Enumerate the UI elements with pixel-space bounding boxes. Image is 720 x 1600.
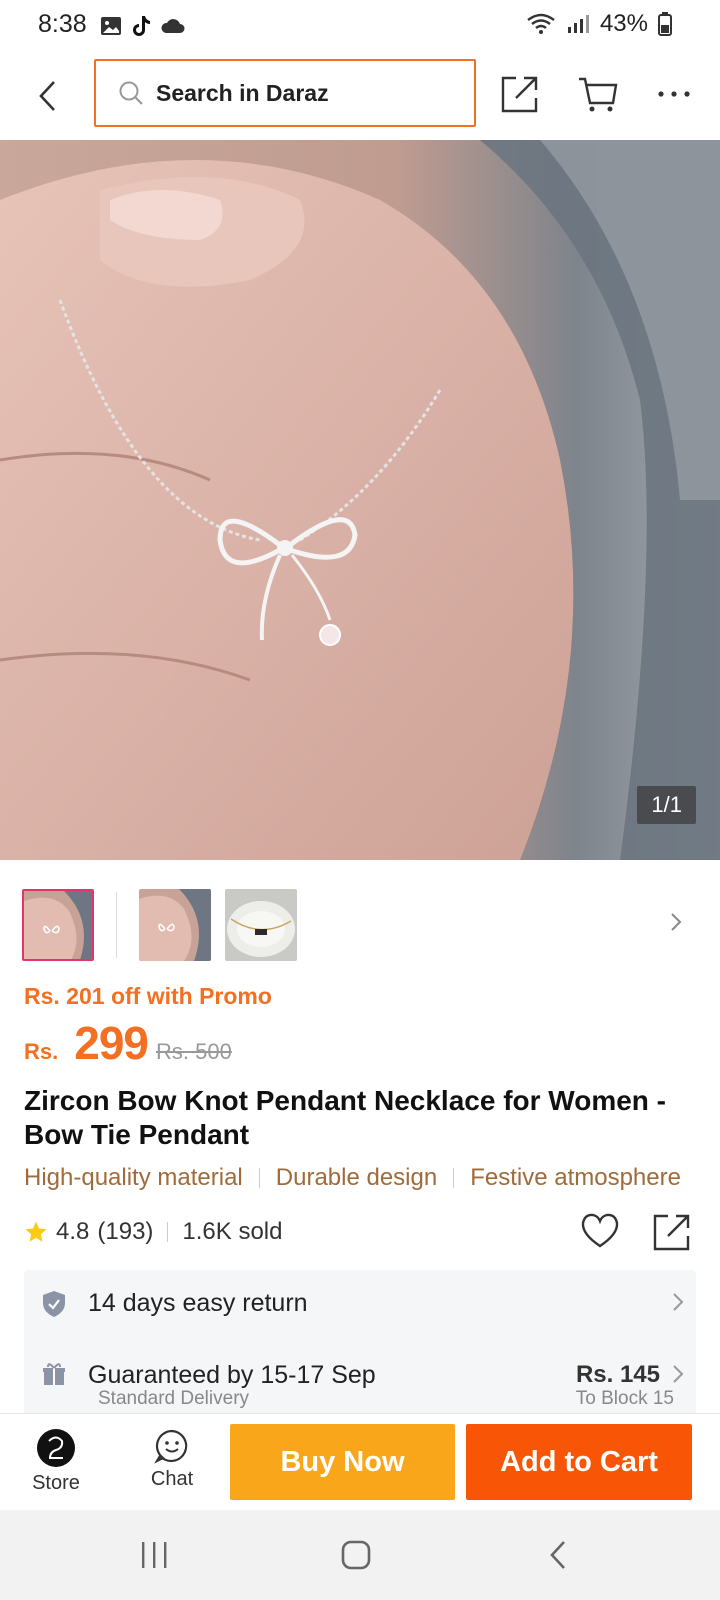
- more-icon: [658, 91, 690, 97]
- rating-value: 4.8: [56, 1218, 90, 1245]
- battery-icon: [658, 12, 672, 36]
- search-placeholder: Search in Daraz: [156, 79, 329, 106]
- product-image[interactable]: 1/1: [0, 140, 720, 860]
- share-icon: [501, 76, 538, 113]
- tag-divider: [258, 1168, 260, 1188]
- store-button[interactable]: Store: [24, 1428, 88, 1495]
- delivery-row[interactable]: Guaranteed by 15-17 Sep Standard Deliver…: [24, 1350, 696, 1409]
- wifi-icon: [527, 13, 555, 34]
- thumbnail-3[interactable]: [225, 889, 297, 961]
- more-button[interactable]: [650, 70, 698, 118]
- thumbnail-1[interactable]: [22, 889, 94, 961]
- status-right: 43%: [526, 10, 672, 38]
- image-counter: 1/1: [637, 786, 696, 824]
- status-bar: 8:38 43%: [0, 0, 720, 52]
- price-currency: Rs.: [24, 1039, 59, 1064]
- cart-icon: [579, 77, 618, 112]
- review-count: (193): [97, 1218, 154, 1245]
- cloud-icon: [161, 19, 185, 33]
- original-price: Rs. 500: [156, 1039, 232, 1064]
- sold-count: 1.6K sold: [182, 1218, 283, 1245]
- back-button[interactable]: [28, 72, 68, 120]
- battery-text: 43%: [599, 10, 648, 37]
- back-nav-button[interactable]: [528, 1532, 588, 1578]
- service-card: 14 days easy return Guaranteed by 15-17 …: [24, 1270, 696, 1420]
- status-time: 8:38: [38, 10, 87, 38]
- delivery-text: Guaranteed by 15-17 Sep: [88, 1360, 376, 1389]
- price-row: Rs. 299 Rs. 500: [24, 1016, 232, 1070]
- chat-button[interactable]: Chat: [134, 1428, 210, 1491]
- system-nav-bar: [0, 1510, 720, 1600]
- tiktok-icon: [133, 16, 150, 36]
- share-button[interactable]: [496, 70, 544, 118]
- chevron-right-icon: [673, 1365, 684, 1383]
- search-icon: [119, 81, 143, 105]
- price-amount: 299: [74, 1017, 149, 1069]
- thumbnail-divider: [116, 892, 117, 958]
- home-icon: [341, 1540, 371, 1570]
- delivery-type: Standard Delivery: [98, 1388, 250, 1409]
- add-to-cart-button[interactable]: Add to Cart: [466, 1424, 692, 1500]
- signal-icon: [567, 15, 589, 33]
- heart-icon[interactable]: [580, 1212, 620, 1250]
- return-policy-text: 14 days easy return: [88, 1288, 308, 1317]
- delivery-price: Rs. 145: [575, 1361, 660, 1388]
- product-photo: [0, 140, 720, 860]
- tag-item: Festive atmosphere: [470, 1164, 681, 1191]
- back-nav-icon: [550, 1541, 565, 1569]
- chat-icon: [154, 1429, 188, 1464]
- product-tags: High-quality material Durable design Fes…: [24, 1164, 720, 1192]
- promo-text: Rs. 201 off with Promo: [24, 983, 272, 1009]
- chevron-right-icon: [673, 1293, 684, 1311]
- status-left-icons: [100, 14, 186, 38]
- recents-icon: [142, 1542, 167, 1568]
- home-button[interactable]: [326, 1532, 386, 1578]
- search-bar[interactable]: Search in Daraz: [94, 59, 476, 127]
- tag-item: High-quality material: [24, 1164, 243, 1191]
- chevron-right-icon[interactable]: [670, 912, 682, 932]
- gift-icon: [43, 1363, 65, 1385]
- store-label: Store: [32, 1472, 80, 1494]
- thumbnail-2[interactable]: [139, 889, 211, 961]
- shield-icon: [43, 1291, 65, 1317]
- return-policy-row[interactable]: 14 days easy return: [24, 1278, 696, 1328]
- star-icon: [25, 1221, 47, 1242]
- store-logo-icon: [37, 1429, 75, 1467]
- cart-button[interactable]: [574, 70, 622, 118]
- rating-divider: [167, 1222, 169, 1242]
- delivery-destination: To Block 15: [575, 1388, 674, 1409]
- thumbnail-strip: [22, 888, 297, 962]
- top-bar: Search in Daraz: [0, 52, 720, 140]
- back-icon: [39, 81, 55, 111]
- share-icon[interactable]: [652, 1212, 692, 1252]
- buy-now-button[interactable]: Buy Now: [230, 1424, 455, 1500]
- recents-button[interactable]: [124, 1532, 184, 1578]
- tag-divider: [453, 1168, 455, 1188]
- bottom-action-bar: Store Chat Buy Now Add to Cart: [0, 1413, 720, 1510]
- rating-row[interactable]: 4.8 (193) 1.6K sold: [24, 1218, 282, 1246]
- gallery-icon: [101, 17, 121, 35]
- chat-label: Chat: [150, 1468, 194, 1490]
- tag-item: Durable design: [275, 1164, 438, 1191]
- product-title: Zircon Bow Knot Pendant Necklace for Wom…: [24, 1085, 667, 1150]
